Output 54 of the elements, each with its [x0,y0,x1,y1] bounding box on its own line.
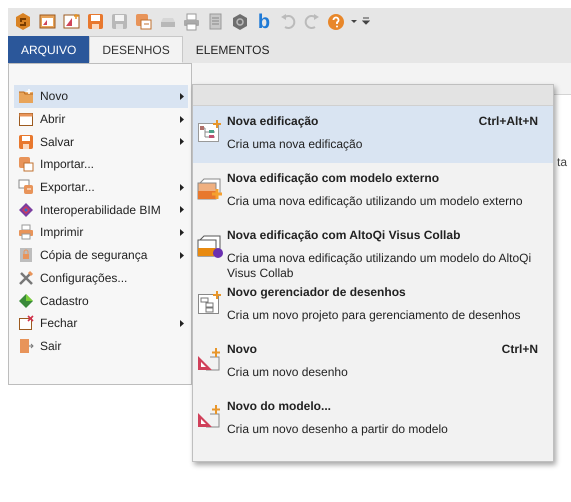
import-icon [18,156,34,172]
submenu-item[interactable]: Nova edificação Ctrl+Alt+N Cria uma nova edificação [193,106,553,163]
menu-item[interactable]: Cópia de segurança [14,244,188,266]
document-tree-icon [197,291,223,315]
shortcut-text: Ctrl+Alt+N [478,113,538,130]
set-square-icon [197,405,223,429]
diamond-logo-icon [18,202,34,218]
export-icon [18,179,34,196]
item-description: Cria um novo projeto para gerenciamento de desenhos [227,308,522,323]
item-title: Novo [227,341,257,358]
padlock-icon [18,247,34,264]
window-icon [18,111,34,128]
item-title: Novo gerenciador de desenhos [227,284,406,301]
tree-list-icon [197,120,223,144]
logo-button[interactable]: b [254,12,274,32]
hexagon-icon[interactable] [230,12,250,32]
menu-item[interactable]: Abrir [14,108,188,130]
file-tab[interactable]: ARQUIVO [8,36,90,63]
item-title: Nova edificação com modelo externo [227,170,440,187]
menu-item[interactable]: Sair [14,334,188,358]
ribbon-tab[interactable]: DESENHOS [89,36,183,63]
import-icon[interactable] [134,12,154,32]
item-description: Cria uma nova edificação utilizando um modelo externo [227,194,524,209]
submenu-item[interactable]: Novo do modelo... Cria um novo desenho a partir do modelo [193,391,553,448]
ribbon-tab[interactable]: ELEMENTOS [182,36,283,63]
menu-item[interactable]: Fechar [14,312,188,335]
exit-door-icon [18,338,34,354]
menu-item[interactable]: Salvar [14,130,188,154]
printer-icon[interactable] [182,12,202,32]
set-square-icon [197,348,223,372]
item-description: Cria um novo desenho a partir do modelo [227,422,449,437]
close-document-icon [18,315,34,332]
menu-item[interactable]: Imprimir [14,221,188,244]
menu-item[interactable]: Exportar... [14,176,188,198]
menu-item[interactable]: Configurações... [14,266,188,290]
submenu-item[interactable]: Nova edificação com modelo externo Cria uma nova edificação utilizando um modelo externo [193,163,553,220]
new-folder-icon [18,88,34,104]
menu-item[interactable]: Novo [14,85,188,108]
shortcut-text: Ctrl+N [502,341,538,358]
box-icon [197,234,223,258]
submenu-item[interactable]: Novo Ctrl+N Cria um novo desenho [193,334,553,391]
item-title: Nova edificação com AltoQi Visus Collab [227,227,460,244]
tools-icon [18,270,34,286]
item-description: Cria uma nova edificação [227,137,364,152]
item-title: Nova edificação [227,113,318,130]
menu-item[interactable]: Interoperabilidade BIM [14,198,188,222]
printer-icon [18,224,34,240]
menu-item[interactable]: Cadastro [14,289,188,312]
gem-icon [18,292,34,309]
item-title: Novo do modelo... [227,398,331,415]
menu-item[interactable]: Importar... [14,153,188,176]
item-description: Cria um novo desenho [227,365,349,380]
box-icon [197,177,223,201]
text-fragment: ta [557,154,568,171]
